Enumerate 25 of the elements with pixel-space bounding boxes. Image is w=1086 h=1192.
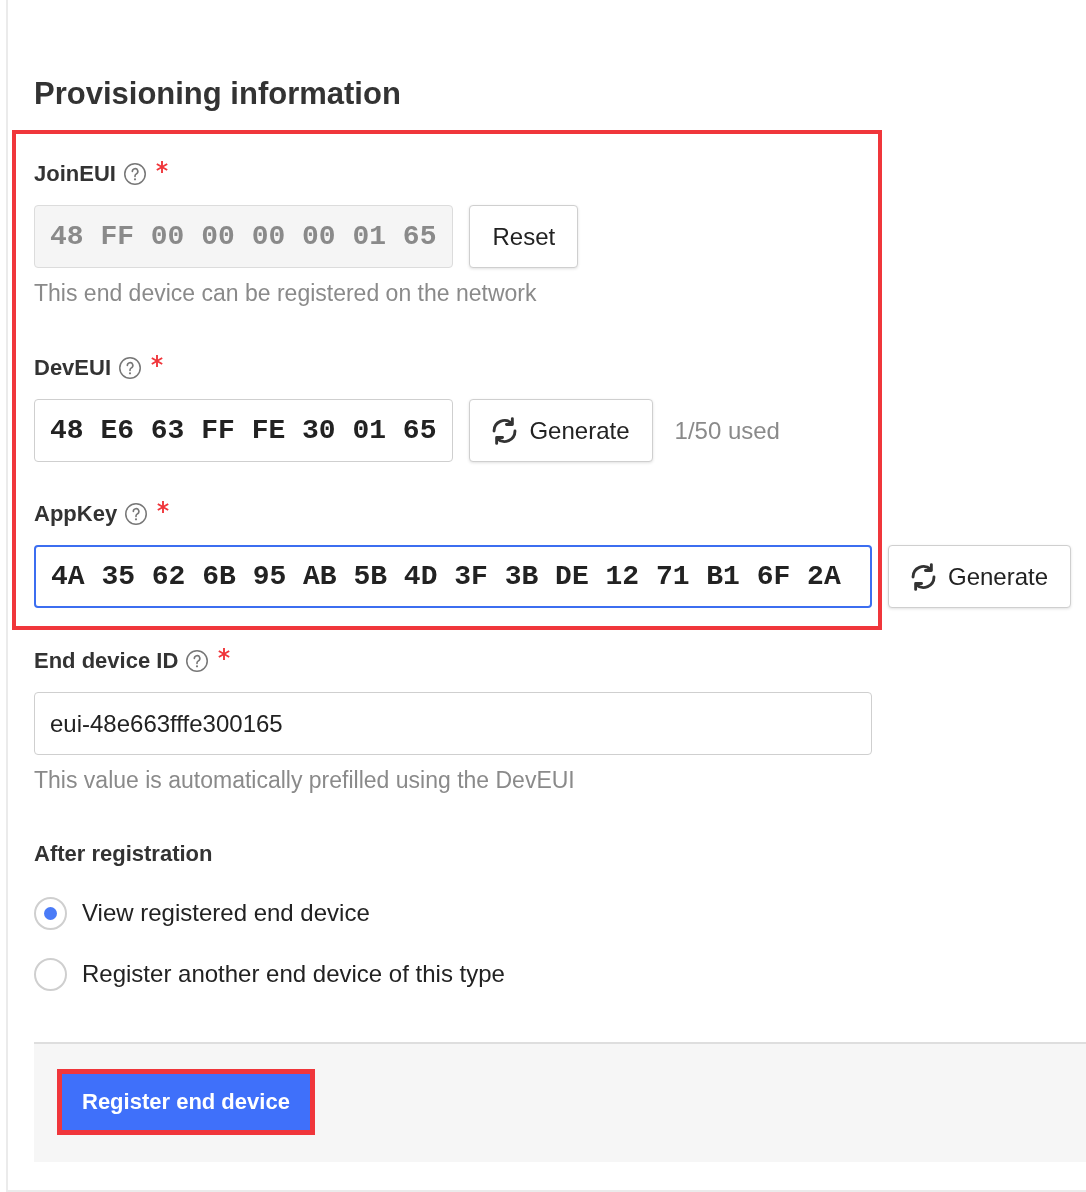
radio-button[interactable] bbox=[34, 957, 67, 991]
field-hint: This end device can be registered on the network bbox=[34, 279, 538, 308]
field-label: DevEUI bbox=[34, 354, 112, 382]
refresh-icon bbox=[492, 416, 518, 445]
field-hint: This value is automatically prefilled using the DevEUI bbox=[34, 766, 575, 795]
help-icon bbox=[119, 357, 142, 379]
radio-button[interactable] bbox=[34, 896, 67, 930]
section-heading: Provisioning information bbox=[34, 75, 401, 113]
field-label: JoinEUI bbox=[34, 160, 116, 188]
usage-count: 1/50 used bbox=[674, 416, 780, 445]
key-input[interactable]: 4A 35 62 6B 95 AB 5B 4D 3F 3B DE 12 71 B1 6F 2A bbox=[34, 545, 872, 608]
refresh-icon bbox=[911, 562, 936, 591]
generate-button[interactable]: Generate bbox=[888, 545, 1072, 608]
register-button[interactable]: Register end device bbox=[62, 1074, 310, 1130]
eui-input[interactable]: 48 E6 63 FF FE 30 01 65 bbox=[34, 399, 454, 462]
field-label: AppKey bbox=[34, 500, 118, 528]
group-title: After registration bbox=[34, 840, 213, 868]
help-icon bbox=[125, 503, 148, 525]
device-id-input[interactable]: eui-48e663fffe300165 bbox=[34, 692, 872, 755]
help-icon bbox=[123, 163, 146, 185]
option-label[interactable]: Register another end device of this type bbox=[82, 960, 505, 988]
field-label: End device ID bbox=[34, 647, 179, 675]
generate-button[interactable]: Generate bbox=[469, 399, 653, 462]
option-label[interactable]: View registered end device bbox=[82, 899, 370, 927]
help-icon bbox=[186, 650, 209, 672]
